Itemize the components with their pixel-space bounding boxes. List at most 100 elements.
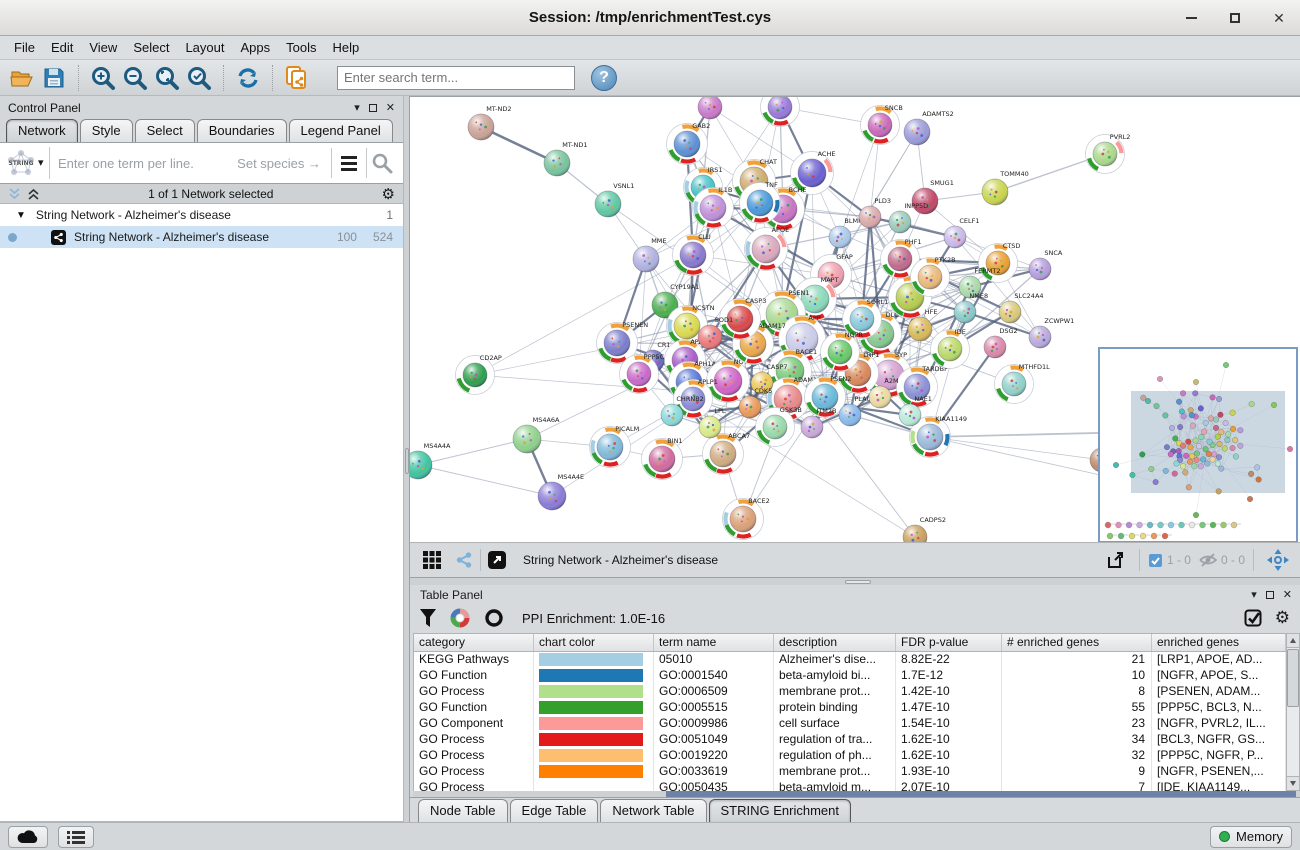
splitter-grip[interactable] — [845, 580, 871, 584]
network-options-gear-icon[interactable]: ⚙ — [382, 185, 395, 203]
minimize-button[interactable] — [1180, 7, 1202, 29]
horizontal-splitter[interactable] — [410, 577, 1300, 585]
network-node[interactable]: ABCA7 — [703, 432, 751, 475]
import-network-button[interactable] — [281, 63, 313, 93]
network-node[interactable]: SNCA — [1029, 249, 1063, 280]
filter-icon[interactable] — [420, 609, 436, 627]
tree-expanded-icon[interactable]: ▼ — [16, 210, 26, 221]
table-row[interactable]: GO ProcessGO:0006509membrane prot...1.42… — [414, 684, 1286, 700]
table-row[interactable]: GO ProcessGO:0051049regulation of tra...… — [414, 732, 1286, 748]
menu-item-edit[interactable]: Edit — [43, 38, 81, 57]
column-header-chart-color[interactable]: chart color — [534, 634, 654, 651]
menu-item-file[interactable]: File — [6, 38, 43, 57]
network-node[interactable]: ZCWPW1 — [1029, 317, 1074, 348]
network-node[interactable]: PLD3 — [859, 197, 891, 228]
network-node[interactable]: MT-ND2 — [468, 105, 512, 140]
network-node[interactable]: PICALM — [590, 425, 640, 468]
network-row-selected[interactable]: String Network - Alzheimer's disease 100… — [0, 226, 403, 248]
network-node[interactable]: GAB2 — [667, 122, 711, 165]
network-node[interactable]: MS4A6A — [513, 416, 560, 453]
close-button[interactable]: ✕ — [1268, 7, 1290, 29]
cloud-status-button[interactable] — [8, 826, 48, 848]
export-view-button[interactable] — [1099, 545, 1131, 575]
panel-menu-icon[interactable]: ▾ — [1251, 590, 1257, 601]
column-header-category[interactable]: category — [414, 634, 534, 651]
memory-button[interactable]: Memory — [1210, 826, 1292, 848]
table-row[interactable]: GO ProcessGO:0050435beta-amyloid m...2.0… — [414, 780, 1286, 791]
float-panel-icon[interactable] — [369, 104, 377, 112]
species-hint[interactable]: Set species → — [237, 156, 331, 171]
menu-item-apps[interactable]: Apps — [233, 38, 279, 57]
table-settings-gear-icon[interactable]: ⚙ — [1275, 608, 1290, 628]
tab-legend-panel[interactable]: Legend Panel — [289, 119, 393, 142]
column-header-description[interactable]: description — [774, 634, 896, 651]
menu-item-help[interactable]: Help — [325, 38, 368, 57]
save-session-button[interactable] — [38, 63, 70, 93]
network-node[interactable]: BIN1 — [642, 437, 683, 480]
string-search-button[interactable] — [367, 152, 397, 174]
network-node[interactable]: MME — [633, 237, 667, 272]
remove-charts-icon[interactable] — [484, 608, 504, 628]
scroll-up-button[interactable] — [1287, 634, 1299, 648]
panel-menu-icon[interactable]: ▾ — [354, 103, 360, 114]
table-row[interactable]: GO ProcessGO:0033619membrane prot...1.93… — [414, 764, 1286, 780]
scrollbar-thumb[interactable] — [1287, 649, 1299, 707]
panel-divider[interactable] — [403, 96, 410, 822]
table-tab-network-table[interactable]: Network Table — [600, 799, 706, 822]
pan-compass-button[interactable] — [1262, 545, 1294, 575]
birdseye-toggle-button[interactable] — [448, 545, 480, 575]
close-panel-icon[interactable]: ✕ — [1283, 590, 1292, 601]
table-row[interactable]: GO FunctionGO:0005515protein binding1.47… — [414, 700, 1286, 716]
task-history-button[interactable] — [58, 826, 94, 848]
network-node[interactable]: ADAMTS2 — [904, 110, 954, 145]
help-button[interactable]: ? — [591, 65, 617, 91]
menu-item-select[interactable]: Select — [125, 38, 177, 57]
string-protein-query-button[interactable]: STRING ▾ — [6, 147, 50, 179]
column-header-term-name[interactable]: term name — [654, 634, 774, 651]
table-tab-string-enrichment[interactable]: STRING Enrichment — [709, 799, 851, 822]
network-node[interactable]: CD33 — [761, 97, 803, 127]
network-node[interactable]: SNCB — [861, 104, 903, 145]
detach-view-button[interactable] — [481, 545, 513, 575]
float-panel-icon[interactable] — [1266, 591, 1274, 599]
network-node[interactable]: GSK3B — [756, 406, 802, 447]
string-query-input[interactable]: Enter one term per line. Set species → — [50, 156, 331, 171]
tab-style[interactable]: Style — [80, 119, 133, 142]
menu-item-view[interactable]: View — [81, 38, 125, 57]
column-header-enriched-genes[interactable]: enriched genes — [1152, 634, 1286, 651]
table-row[interactable]: GO ProcessGO:0019220regulation of ph...1… — [414, 748, 1286, 764]
table-row[interactable]: KEGG Pathways05010Alzheimer's dise...8.8… — [414, 652, 1286, 668]
divider-grip[interactable] — [405, 448, 409, 474]
network-node[interactable]: MS4A4A — [410, 442, 451, 479]
zoom-fit-button[interactable] — [151, 63, 183, 93]
network-node[interactable]: BACE2 — [723, 497, 770, 540]
draw-charts-icon[interactable] — [450, 608, 470, 628]
network-node[interactable]: PVRL2 — [1086, 133, 1131, 174]
collapse-all-icon[interactable] — [8, 188, 21, 200]
column-header-fdr-p-value[interactable]: FDR p-value — [896, 634, 1002, 651]
network-node[interactable]: CD2AP — [456, 354, 502, 395]
grid-view-button[interactable] — [416, 545, 448, 575]
network-node[interactable]: MT-ND1 — [544, 141, 588, 176]
network-canvas[interactable]: MT-ND2MT-ND1VSNL1GAB2IRS1CHATACHEBCHETNF… — [410, 96, 1300, 542]
table-tab-node-table[interactable]: Node Table — [418, 799, 508, 822]
tab-boundaries[interactable]: Boundaries — [197, 119, 287, 142]
zoom-selected-button[interactable] — [183, 63, 215, 93]
menu-item-tools[interactable]: Tools — [278, 38, 324, 57]
network-node[interactable]: PPP5C — [620, 353, 665, 394]
table-row[interactable]: GO ComponentGO:0009986cell surface1.54E-… — [414, 716, 1286, 732]
network-node[interactable]: TREM2 — [698, 97, 737, 119]
birds-eye-view[interactable] — [1098, 347, 1298, 542]
tab-select[interactable]: Select — [135, 119, 195, 142]
refresh-button[interactable] — [232, 63, 264, 93]
network-collection-row[interactable]: ▼ String Network - Alzheimer's disease 1 — [0, 204, 403, 226]
table-vertical-scrollbar[interactable] — [1286, 633, 1300, 791]
network-node[interactable]: DSG2 — [984, 327, 1018, 358]
network-node[interactable]: TOMM40 — [982, 170, 1029, 205]
tab-network[interactable]: Network — [6, 119, 78, 142]
network-node[interactable]: CLU — [673, 233, 714, 276]
search-input[interactable] — [337, 66, 575, 90]
scroll-down-button[interactable] — [1287, 776, 1299, 790]
expand-all-icon[interactable] — [27, 188, 40, 200]
string-options-button[interactable] — [332, 156, 366, 171]
